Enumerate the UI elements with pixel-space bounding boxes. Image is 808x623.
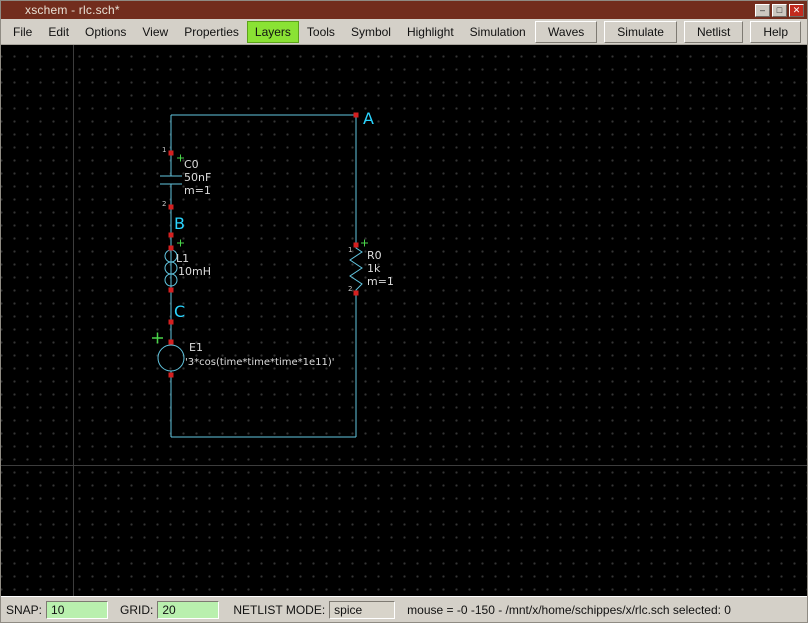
source-value-label[interactable]: '3*cos(time*time*time*1e11)'	[185, 357, 335, 368]
resistor-value-label[interactable]: 1k	[367, 262, 380, 275]
window-title: xschem - rlc.sch*	[25, 3, 120, 17]
inductor-ref-label[interactable]: L1	[176, 252, 189, 265]
menu-properties[interactable]: Properties	[176, 21, 247, 43]
capacitor-ref-label[interactable]: C0	[184, 158, 199, 171]
close-button[interactable]: ✕	[789, 3, 804, 17]
inductor-value-label[interactable]: 10mH	[178, 265, 211, 278]
menu-highlight[interactable]: Highlight	[399, 21, 462, 43]
xschem-window: xschem - rlc.sch* – □ ✕ File Edit Option…	[0, 0, 808, 623]
net-label-a[interactable]: A	[363, 109, 374, 128]
capacitor-pin2-number: 2	[162, 200, 167, 208]
resistor-pin1-number: 1	[348, 246, 353, 254]
source-ref-label[interactable]: E1	[189, 341, 203, 354]
resistor-pin2-number: 2	[348, 285, 353, 293]
window-controls: – □ ✕	[755, 3, 804, 17]
grid-input[interactable]	[157, 600, 220, 619]
menu-options[interactable]: Options	[77, 21, 134, 43]
menu-tools[interactable]: Tools	[299, 21, 343, 43]
pin-markers	[168, 112, 359, 378]
toolbar-buttons: Waves Simulate Netlist Help	[535, 20, 803, 43]
netlist-mode-input[interactable]	[329, 600, 396, 619]
statusbar: SNAP: GRID: NETLIST MODE: mouse = -0 -15…	[1, 596, 807, 622]
maximize-button[interactable]: □	[772, 3, 787, 17]
capacitor-pin1-number: 1	[162, 146, 167, 154]
menu-file[interactable]: File	[5, 21, 40, 43]
menu-simulation[interactable]: Simulation	[462, 21, 534, 43]
titlebar[interactable]: xschem - rlc.sch* – □ ✕	[1, 1, 807, 19]
snap-input[interactable]	[46, 600, 109, 619]
menu-symbol[interactable]: Symbol	[343, 21, 399, 43]
menu-view[interactable]: View	[134, 21, 176, 43]
capacitor-attr-label[interactable]: m=1	[184, 184, 211, 197]
capacitor-value-label[interactable]: 50nF	[184, 171, 211, 184]
menubar: File Edit Options View Properties Layers…	[1, 19, 807, 45]
simulate-button[interactable]: Simulate	[604, 20, 677, 43]
net-label-c[interactable]: C	[174, 302, 185, 321]
netlist-button[interactable]: Netlist	[683, 20, 744, 43]
capacitor-symbol[interactable]	[160, 153, 182, 207]
mouse-info: mouse = -0 -150 - /mnt/x/home/schippes/x…	[407, 602, 731, 617]
menu-layers[interactable]: Layers	[246, 20, 299, 43]
schematic-canvas[interactable]: C0 50nF m=1 L1 10mH E1 '3*cos(time*time*…	[1, 45, 807, 596]
circuit-drawing	[152, 112, 368, 438]
grid-label: GRID:	[120, 602, 154, 617]
voltage-source-symbol[interactable]	[157, 342, 185, 375]
waves-button[interactable]: Waves	[535, 20, 598, 43]
menu-edit[interactable]: Edit	[40, 21, 77, 43]
netlist-mode-label: NETLIST MODE:	[233, 602, 326, 617]
snap-label: SNAP:	[6, 602, 43, 617]
net-label-b[interactable]: B	[174, 214, 185, 233]
minimize-button[interactable]: –	[755, 3, 770, 17]
resistor-ref-label[interactable]: R0	[367, 249, 382, 262]
resistor-attr-label[interactable]: m=1	[367, 275, 394, 288]
help-button[interactable]: Help	[750, 20, 801, 43]
